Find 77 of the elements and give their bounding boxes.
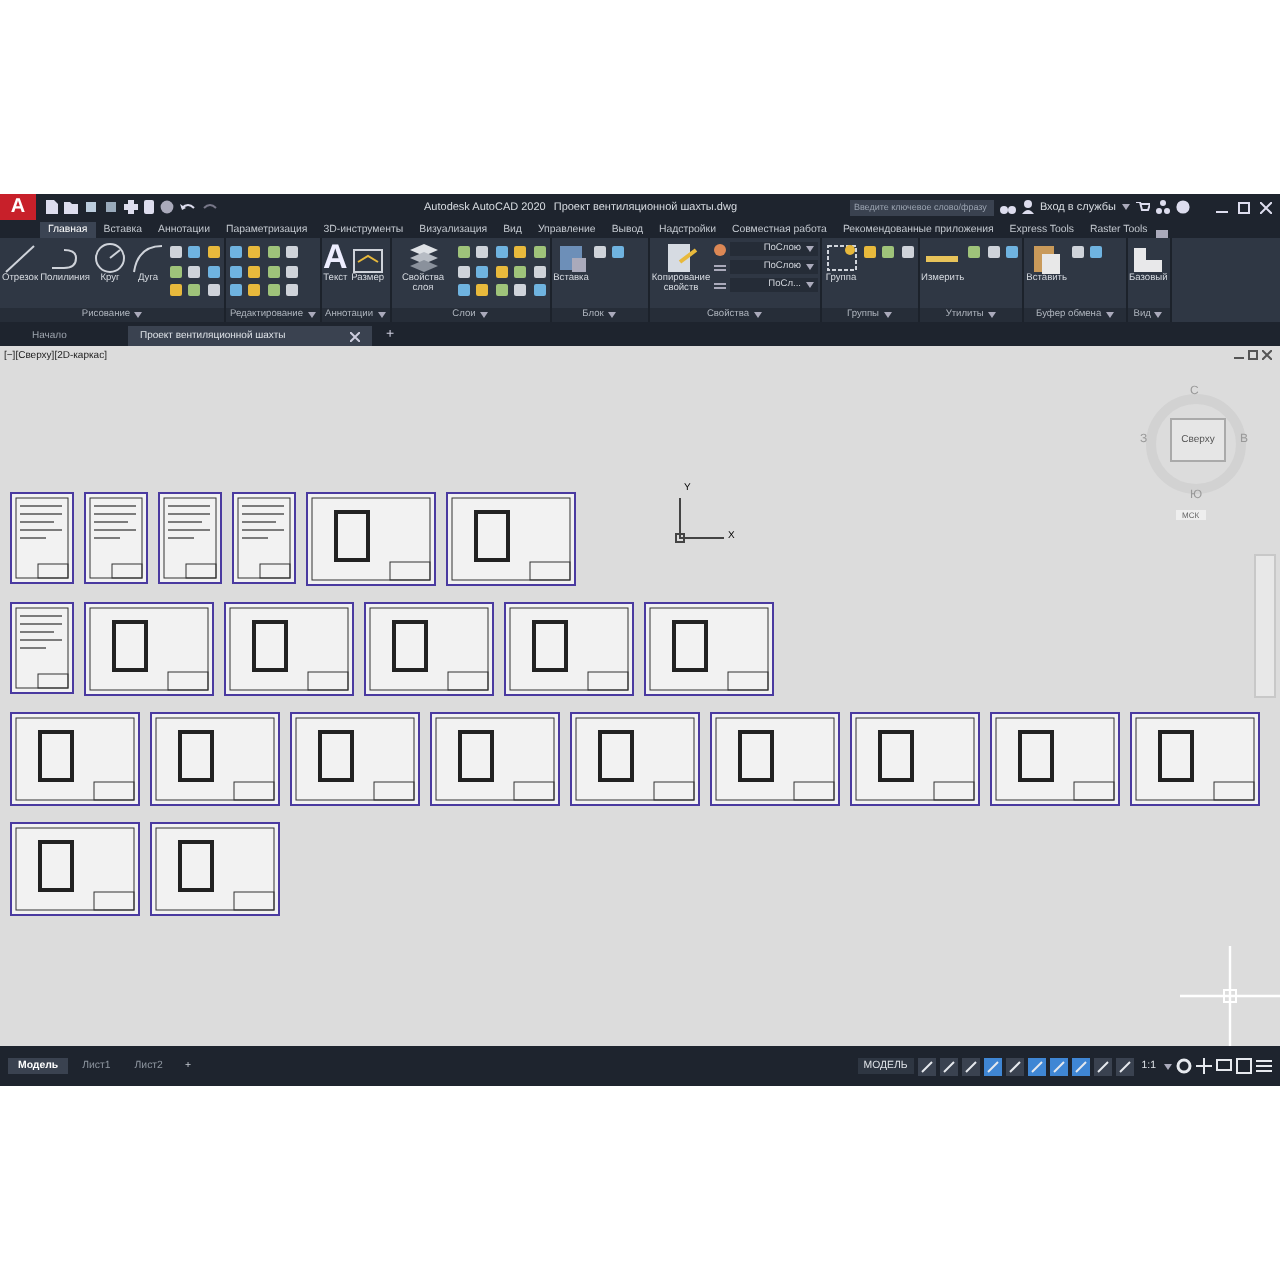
- drawing-sheet: [84, 492, 148, 584]
- arc-icon: [129, 242, 166, 274]
- drawing-sheet: [430, 712, 560, 806]
- caret-icon: [987, 312, 996, 318]
- folder-icon[interactable]: [64, 201, 78, 213]
- text-tool-icon: A: [323, 242, 348, 274]
- caret-icon: [479, 312, 488, 318]
- caret-icon: [805, 264, 814, 270]
- color-wheel-icon: [713, 243, 726, 255]
- menu-icon[interactable]: [1256, 1058, 1272, 1074]
- caret-icon: [607, 312, 616, 318]
- drawing-sheet: [850, 712, 980, 806]
- base-view-icon: [1130, 242, 1167, 274]
- drawing-sheet: [1130, 712, 1260, 806]
- drawing-sheet: [364, 602, 494, 696]
- drawing-sheet: [990, 712, 1120, 806]
- caret-icon: [1122, 204, 1130, 210]
- drawing-sheet: [290, 712, 420, 806]
- network-icon[interactable]: [1156, 200, 1170, 214]
- caret-icon: [883, 312, 891, 318]
- app-logo[interactable]: A: [0, 194, 36, 220]
- line-weight-icon: [713, 261, 726, 273]
- cart-icon[interactable]: [1136, 201, 1150, 213]
- user-icon: [1021, 200, 1034, 214]
- drawing-sheet: [504, 602, 634, 696]
- status-toggle-icon[interactable]: [1093, 1057, 1112, 1075]
- line-icon: [2, 242, 39, 274]
- drawing-sheet: [158, 492, 222, 584]
- caret-icon: [805, 282, 814, 288]
- drawing-sheet: [446, 492, 576, 586]
- crosshair-cursor-icon: [1180, 946, 1280, 1046]
- status-toggle-icon[interactable]: [1049, 1057, 1068, 1075]
- drawing-sheet: [710, 712, 840, 806]
- drawing-sheet: [306, 492, 436, 586]
- drawing-sheet: [10, 492, 74, 584]
- clipboard-icon: [1028, 242, 1065, 274]
- match-properties-icon: [663, 242, 700, 274]
- caret-icon: [134, 312, 143, 318]
- drawing-sheet: [224, 602, 354, 696]
- status-toggle-icon[interactable]: [1005, 1057, 1024, 1075]
- restore-icon[interactable]: [1248, 350, 1258, 360]
- maximize-icon[interactable]: [1238, 201, 1250, 213]
- line-weight-icon: [713, 279, 726, 291]
- caret-icon: [377, 312, 386, 318]
- drawing-sheet: [644, 602, 774, 696]
- ruler-icon: [926, 255, 959, 261]
- status-toggle-icon[interactable]: [1027, 1057, 1046, 1075]
- camera-icon[interactable]: [1155, 228, 1172, 238]
- status-toggle-icon[interactable]: [983, 1057, 1002, 1075]
- status-toggle-icon[interactable]: [1071, 1057, 1090, 1075]
- close-icon[interactable]: [1262, 350, 1272, 360]
- file-icon[interactable]: [46, 200, 58, 214]
- drawing-sheet: [150, 822, 280, 916]
- binoculars-icon[interactable]: [999, 201, 1016, 213]
- drawing-sheet: [10, 602, 74, 694]
- layers-icon: [405, 242, 442, 274]
- undo-arrow-icon[interactable]: [180, 201, 196, 213]
- caret-icon: [307, 312, 316, 318]
- drawing-sheet: [84, 602, 214, 696]
- caret-icon: [1105, 312, 1114, 318]
- caret-icon: [805, 246, 814, 252]
- drawing-sheet: [10, 712, 140, 806]
- caret-icon: [1164, 1063, 1172, 1069]
- plus-icon[interactable]: [1196, 1058, 1212, 1074]
- status-toggle-icon[interactable]: [1115, 1057, 1134, 1075]
- group-icon: [823, 242, 860, 274]
- fullscreen-icon[interactable]: [1236, 1058, 1252, 1074]
- caret-icon: [753, 312, 762, 318]
- status-toggle-icon[interactable]: [961, 1057, 980, 1075]
- caret-icon: [1154, 312, 1163, 318]
- drawing-sheet: [10, 822, 140, 916]
- drawing-sheet: [232, 492, 296, 584]
- circle-icon: [91, 242, 128, 274]
- drawing-sheet: [150, 712, 280, 806]
- drawing-sheet: [570, 712, 700, 806]
- status-toggle-icon[interactable]: [939, 1057, 958, 1075]
- status-toggle-icon[interactable]: [917, 1057, 936, 1075]
